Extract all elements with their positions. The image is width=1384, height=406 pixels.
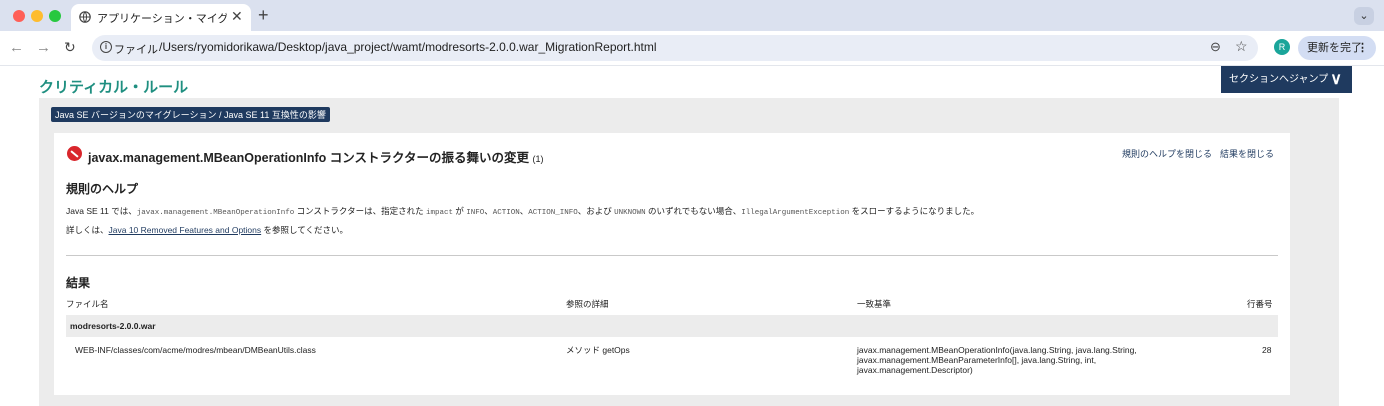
column-header-detail: 参照の詳細 <box>566 299 609 309</box>
minimize-window-button[interactable] <box>31 10 43 22</box>
help-reference-prefix: 詳しくは、 <box>66 225 109 235</box>
help-text-segment: Java SE 11 では、 <box>66 206 137 216</box>
help-reference-suffix: を参照してください。 <box>261 225 349 235</box>
result-detail: メソッド getOps <box>566 345 630 355</box>
reload-button[interactable]: ↻ <box>64 39 76 56</box>
forward-button[interactable]: → <box>36 39 51 56</box>
bookmark-star-icon[interactable]: ☆ <box>1235 38 1248 55</box>
category-tag: Java SE バージョンのマイグレーション / Java SE 11 互換性の… <box>51 107 330 122</box>
result-line-number: 28 <box>1262 345 1272 355</box>
results-heading: 結果 <box>66 276 91 290</box>
code-token: impact <box>425 209 453 217</box>
tab-search-button[interactable]: ⌄ <box>1354 7 1374 25</box>
criteria-line: javax.management.MBeanParameterInfo[], j… <box>857 355 1097 365</box>
page-content: クリティカル・ルール セクションへジャンプ ∨ Java SE バージョンのマイ… <box>0 66 1384 406</box>
section-jump-button[interactable]: セクションへジャンプ ∨ <box>1221 66 1352 93</box>
section-title: クリティカル・ルール <box>39 79 189 96</box>
help-text-segment: 、および <box>577 206 615 216</box>
divider <box>66 255 1278 256</box>
browser-toolbar: ← → ↻ i ファイル /Users/ryomidorikawa/Deskto… <box>0 31 1384 66</box>
archive-name: modresorts-2.0.0.war <box>70 321 156 331</box>
criteria-line: javax.management.Descriptor) <box>857 365 973 375</box>
new-tab-button[interactable]: + <box>258 5 269 26</box>
kebab-menu-icon[interactable]: ⋮ <box>1357 36 1368 60</box>
column-header-criteria: 一致基準 <box>857 299 892 309</box>
section-jump-label: セクションへジャンプ <box>1229 74 1329 85</box>
update-label: 更新を完了 <box>1307 42 1362 54</box>
rule-card: javax.management.MBeanOperationInfo コンスト… <box>54 133 1290 395</box>
code-token: INFO <box>466 209 485 217</box>
result-criteria: javax.management.MBeanOperationInfo(java… <box>857 345 1137 375</box>
rule-group-panel: Java SE バージョンのマイグレーション / Java SE 11 互換性の… <box>39 98 1339 406</box>
help-text-segment: が <box>452 206 467 216</box>
code-token: ACTION_INFO <box>528 209 578 217</box>
code-token: javax.management.MBeanOperationInfo <box>136 209 295 217</box>
column-header-file: ファイル名 <box>66 299 109 309</box>
result-file: WEB-INF/classes/com/acme/modres/mbean/DM… <box>75 345 316 355</box>
update-button[interactable]: 更新を完了 ⋮ <box>1298 36 1376 60</box>
close-results-link[interactable]: 結果を閉じる <box>1220 147 1274 160</box>
back-button[interactable]: ← <box>9 39 24 56</box>
archive-group-row: modresorts-2.0.0.war <box>66 315 1278 337</box>
help-text-segment: 、 <box>484 206 493 216</box>
help-text-segment: のいずれでもない場合、 <box>645 206 742 216</box>
critical-icon <box>67 146 82 161</box>
chevron-down-icon: ∨ <box>1330 71 1342 88</box>
tab-close-icon[interactable]: ✕ <box>231 8 243 25</box>
rule-title-text: javax.management.MBeanOperationInfo コンスト… <box>88 151 529 165</box>
criteria-line: javax.management.MBeanOperationInfo(java… <box>857 345 1137 355</box>
info-icon[interactable]: i <box>100 41 112 53</box>
close-window-button[interactable] <box>13 10 25 22</box>
address-bar[interactable]: i ファイル /Users/ryomidorikawa/Desktop/java… <box>92 35 1258 61</box>
column-header-line: 行番号 <box>1247 299 1273 309</box>
tab-title: アプリケーション・マイグレーシ <box>97 13 227 25</box>
url-text[interactable]: /Users/ryomidorikawa/Desktop/java_projec… <box>159 40 657 54</box>
browser-tab[interactable]: アプリケーション・マイグレーシ ✕ <box>71 4 251 31</box>
chevron-down-icon: ⌄ <box>1359 10 1369 22</box>
close-help-link[interactable]: 規則のヘルプを閉じる <box>1122 147 1212 160</box>
help-heading: 規則のヘルプ <box>66 182 139 196</box>
maximize-window-button[interactable] <box>49 10 61 22</box>
profile-avatar[interactable]: R <box>1274 39 1290 55</box>
help-reference: 詳しくは、Java 10 Removed Features and Option… <box>66 224 348 236</box>
help-text-segment: コンストラクターは、指定された <box>294 206 426 216</box>
rule-count: (1) <box>532 154 544 164</box>
help-text-segment: 、 <box>519 206 529 216</box>
rule-title: javax.management.MBeanOperationInfo コンスト… <box>88 147 543 166</box>
code-token: IllegalArgumentException <box>741 209 850 217</box>
removed-features-link[interactable]: Java 10 Removed Features and Options <box>109 225 262 235</box>
tab-strip: アプリケーション・マイグレーシ ✕ + ⌄ <box>0 0 1384 31</box>
scheme-label: ファイル <box>114 44 158 56</box>
code-token: UNKNOWN <box>614 209 646 217</box>
globe-icon <box>79 11 91 23</box>
help-description: Java SE 11 では、javax.management.MBeanOper… <box>66 205 979 217</box>
zoom-icon[interactable]: ⊖ <box>1210 39 1221 55</box>
code-token: ACTION <box>492 209 520 217</box>
help-text-segment: をスローするようになりました。 <box>849 206 980 216</box>
